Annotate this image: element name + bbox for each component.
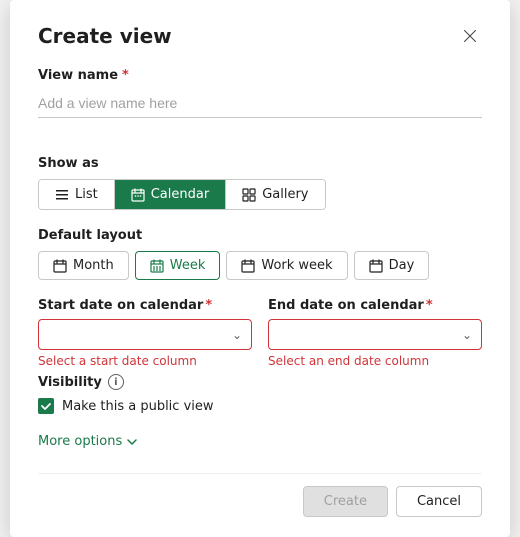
layout-day-button[interactable]: Day	[354, 251, 430, 280]
public-view-checkbox[interactable]	[38, 398, 54, 414]
dialog-title: Create view	[38, 24, 172, 48]
start-date-select[interactable]	[38, 319, 252, 350]
visibility-info-icon[interactable]: i	[108, 374, 124, 390]
create-button[interactable]: Create	[303, 486, 388, 517]
show-as-toggle-group: List Calendar	[38, 179, 326, 210]
start-date-field: Start date on calendar* ⌄ Select a start…	[38, 298, 252, 368]
show-as-list-button[interactable]: List	[39, 180, 115, 209]
start-date-select-wrapper: ⌄	[38, 319, 252, 350]
show-as-gallery-button[interactable]: Gallery	[226, 180, 324, 209]
public-view-label: Make this a public view	[62, 399, 214, 414]
visibility-label: Visibility i	[38, 374, 482, 390]
show-as-label: Show as	[38, 156, 482, 171]
create-view-dialog: Create view View name* Show as List	[10, 0, 510, 537]
more-options-button[interactable]: More options	[38, 430, 138, 453]
dialog-footer: Create Cancel	[38, 473, 482, 517]
layout-work-week-button[interactable]: Work week	[226, 251, 347, 280]
cancel-button[interactable]: Cancel	[396, 486, 482, 517]
visibility-section: Visibility i Make this a public view	[38, 374, 482, 414]
end-date-error: Select an end date column	[268, 354, 482, 368]
view-name-input[interactable]	[38, 89, 482, 118]
end-date-select[interactable]	[268, 319, 482, 350]
end-date-select-wrapper: ⌄	[268, 319, 482, 350]
layout-button-group: Month Week Work week	[38, 251, 429, 280]
view-name-label: View name*	[38, 68, 482, 83]
show-as-section: Show as List Calendar	[38, 156, 482, 210]
end-date-field: End date on calendar* ⌄ Select an end da…	[268, 298, 482, 368]
close-button[interactable]	[458, 24, 482, 48]
start-date-error: Select a start date column	[38, 354, 252, 368]
public-view-checkbox-row: Make this a public view	[38, 398, 482, 414]
default-layout-label: Default layout	[38, 228, 482, 243]
layout-month-button[interactable]: Month	[38, 251, 129, 280]
show-as-calendar-button[interactable]: Calendar	[115, 180, 226, 209]
end-date-label: End date on calendar*	[268, 298, 482, 313]
default-layout-section: Default layout Month Week	[38, 228, 482, 280]
layout-week-button[interactable]: Week	[135, 251, 221, 280]
view-name-section: View name*	[38, 68, 482, 138]
start-date-label: Start date on calendar*	[38, 298, 252, 313]
date-fields-row: Start date on calendar* ⌄ Select a start…	[38, 298, 482, 368]
dialog-header: Create view	[38, 24, 482, 48]
